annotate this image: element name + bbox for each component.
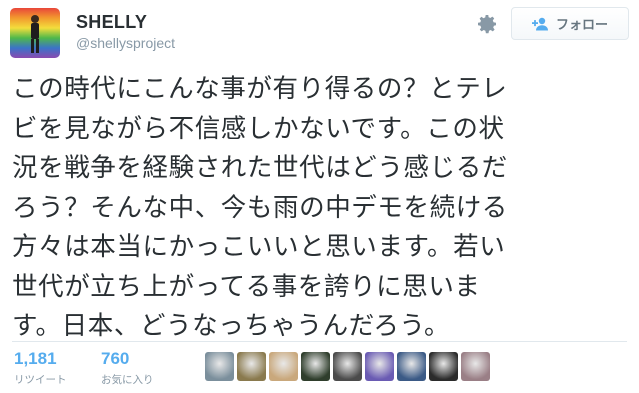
gear-icon[interactable]: [475, 12, 499, 36]
retweet-stat[interactable]: 1,181 リツイート: [14, 349, 67, 387]
avatar[interactable]: [10, 8, 60, 58]
follow-button[interactable]: フォロー: [511, 7, 629, 40]
favoriter-avatar[interactable]: [237, 352, 266, 381]
tweet-text: この時代にこんな事が有り得るの？とテレ ビを見ながら不信感しかないです。この状 …: [12, 74, 508, 341]
user-handle[interactable]: @shellysproject: [76, 35, 175, 51]
divider: [12, 341, 627, 342]
follow-button-label: フォロー: [555, 18, 608, 33]
favoriter-avatar[interactable]: [301, 352, 330, 381]
favorite-count: 760: [101, 349, 130, 368]
favoriter-avatars: [205, 352, 490, 382]
favorite-stat[interactable]: 760 お気に入り: [101, 349, 154, 387]
add-user-icon: [531, 17, 548, 30]
favoriter-avatar[interactable]: [205, 352, 234, 381]
favoriter-avatar[interactable]: [461, 352, 490, 381]
retweet-label: リツイート: [14, 374, 67, 386]
retweet-count: 1,181: [14, 349, 57, 368]
favoriter-avatar[interactable]: [365, 352, 394, 381]
favoriter-avatar[interactable]: [397, 352, 426, 381]
favorite-label: お気に入り: [101, 374, 154, 386]
favoriter-avatar[interactable]: [429, 352, 458, 381]
tweet-header: SHELLY @shellysproject フォロー: [0, 0, 639, 64]
favoriter-avatar[interactable]: [269, 352, 298, 381]
favoriter-avatar[interactable]: [333, 352, 362, 381]
avatar-person-figure: [31, 15, 39, 53]
display-name[interactable]: SHELLY: [76, 12, 147, 33]
